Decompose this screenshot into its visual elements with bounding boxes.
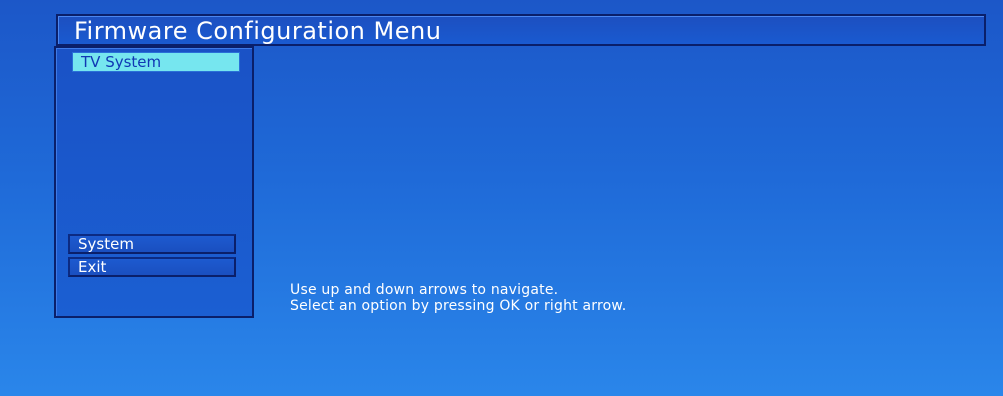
menu-panel [54, 46, 254, 318]
menu-item-system[interactable]: System [68, 234, 236, 254]
page-title: Firmware Configuration Menu [74, 17, 442, 45]
help-line-navigate: Use up and down arrows to navigate. [290, 282, 559, 298]
menu-item-tv-system[interactable]: TV System [72, 52, 240, 72]
title-bar: Firmware Configuration Menu [56, 14, 986, 46]
menu-item-exit[interactable]: Exit [68, 257, 236, 277]
help-line-select: Select an option by pressing OK or right… [290, 298, 627, 314]
help-text: Use up and down arrows to navigate. Sele… [290, 282, 626, 314]
firmware-screen: Firmware Configuration Menu TV System Sy… [0, 0, 1003, 396]
